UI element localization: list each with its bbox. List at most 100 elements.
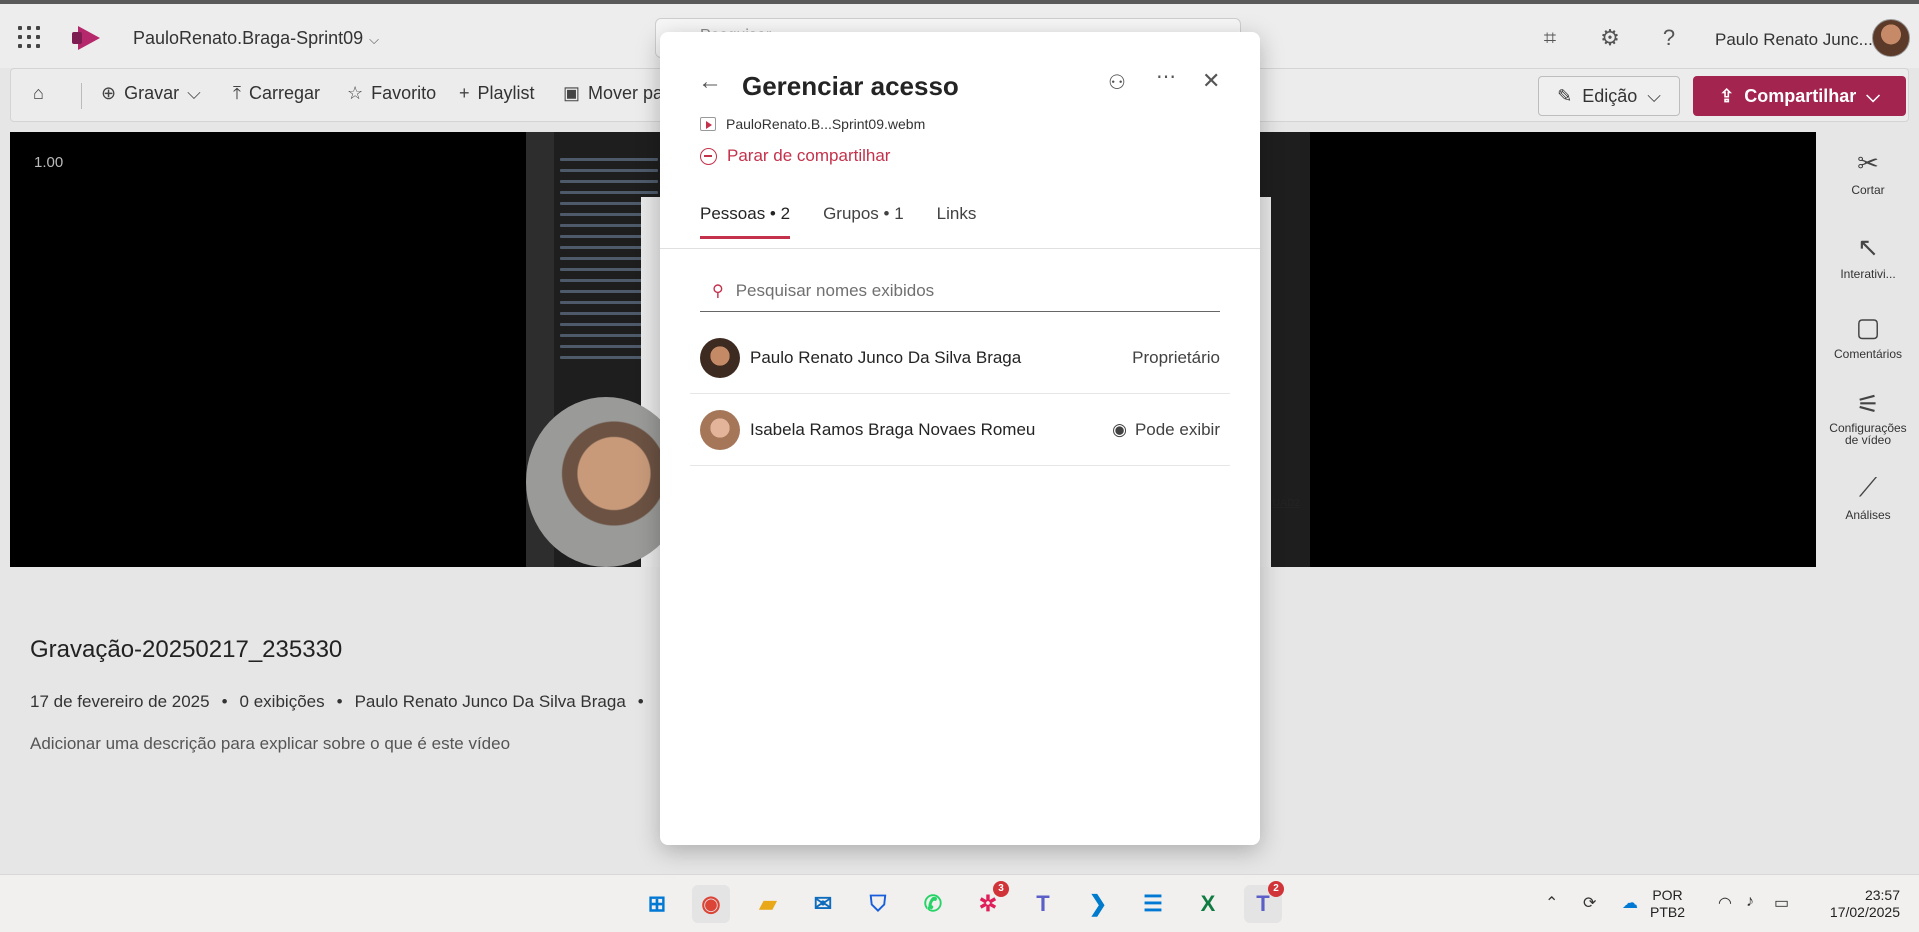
notepad-icon[interactable]: ☰	[1134, 885, 1172, 923]
whatsapp-icon[interactable]: ✆	[914, 885, 952, 923]
favorite-button[interactable]: ☆ Favorito	[347, 83, 436, 104]
toolbar-divider	[81, 83, 82, 109]
avatar[interactable]	[1872, 19, 1910, 57]
volume-icon[interactable]: ♪	[1746, 893, 1754, 911]
side-tool-analytics[interactable]: ⟋ Análises	[1823, 472, 1913, 522]
share-label: Compartilhar	[1744, 85, 1857, 106]
feedback-icon[interactable]: ⌗	[1536, 24, 1564, 52]
tab-people[interactable]: Pessoas • 2	[700, 204, 791, 239]
side-tool-label: Interativi...	[1840, 267, 1896, 281]
bitwarden-icon[interactable]: ⛉	[859, 885, 897, 923]
people-search-placeholder: Pesquisar nomes exibidos	[735, 280, 935, 300]
cursor-icon: ↖	[1857, 232, 1879, 262]
chart-icon: ⟋	[1858, 472, 1878, 502]
lang-code: POR	[1652, 887, 1683, 903]
battery-icon[interactable]: ▭	[1774, 893, 1789, 913]
manage-access-dialog: ← Gerenciar acesso ⚇ ⋯ ✕ PauloRenato.B..…	[660, 32, 1260, 845]
gear-icon[interactable]: ⚙	[1596, 24, 1624, 52]
side-tool-interactivity[interactable]: ↖ Interativi...	[1823, 232, 1913, 281]
system-clock[interactable]: 23:57 17/02/2025	[1810, 887, 1900, 921]
list-item[interactable]: Isabela Ramos Braga Novaes Romeu ◉ Pode …	[690, 394, 1230, 466]
playback-speed[interactable]: 1.00	[34, 154, 63, 171]
close-icon[interactable]: ✕	[1202, 68, 1220, 94]
chevron-down-icon: ⌵	[1866, 85, 1880, 106]
teams-badge: 2	[1268, 881, 1284, 897]
playlist-label: Playlist	[477, 83, 535, 103]
camera-icon: ⊕	[101, 83, 117, 103]
plus-icon: +	[459, 83, 470, 103]
side-tool-label: Análises	[1845, 508, 1891, 522]
record-button[interactable]: ⊕ Gravar ⌵	[101, 83, 201, 104]
meta-separator: •	[336, 692, 343, 711]
edit-label: Edição	[1582, 85, 1638, 106]
share-button[interactable]: ⇪ Compartilhar ⌵	[1693, 76, 1906, 116]
keyboard-layout: PTB2	[1650, 904, 1686, 920]
move-label: Mover pa	[588, 83, 664, 103]
description-field[interactable]: Adicionar uma descrição para explicar so…	[30, 734, 510, 754]
pencil-icon: ✎	[1557, 85, 1573, 106]
people-search-input[interactable]: ⚲ Pesquisar nomes exibidos	[700, 270, 1220, 312]
outlook-icon[interactable]: ✉	[804, 885, 842, 923]
back-arrow-icon[interactable]: ←	[698, 68, 722, 96]
chevron-up-icon[interactable]: ⌃	[1545, 893, 1558, 913]
move-button[interactable]: ▣ Mover pa	[563, 83, 663, 104]
list-item[interactable]: Paulo Renato Junco Da Silva Braga Propri…	[690, 322, 1230, 394]
home-button[interactable]: ⌂	[33, 83, 44, 104]
more-options-icon[interactable]: ⋯	[1156, 64, 1176, 89]
tab-links[interactable]: Links	[937, 204, 977, 239]
side-tool-video-settings[interactable]: ⚟ Configurações de vídeo	[1823, 390, 1913, 446]
person-role: Proprietário	[1132, 347, 1220, 367]
avatar	[700, 409, 740, 450]
recording-date: 17 de fevereiro de 2025	[30, 692, 210, 711]
slack-badge: 3	[993, 881, 1009, 897]
file-explorer-icon[interactable]: ▰	[749, 885, 787, 923]
stream-logo-icon[interactable]	[72, 26, 100, 50]
help-icon[interactable]: ?	[1655, 24, 1683, 52]
user-name[interactable]: Paulo Renato Junc...	[1715, 30, 1873, 50]
upload-icon: ⤒	[233, 83, 241, 103]
teams-icon[interactable]: T2	[1244, 881, 1284, 923]
side-tool-comments[interactable]: ▢ Comentários	[1823, 312, 1913, 361]
playlist-button[interactable]: + Playlist	[459, 83, 535, 104]
wifi-icon[interactable]: ◠	[1718, 893, 1732, 913]
stop-sharing-link[interactable]: Parar de compartilhar	[700, 146, 890, 166]
record-label: Gravar	[124, 83, 180, 103]
slack-icon[interactable]: ✲ 3	[969, 881, 1009, 923]
file-title-menu[interactable]: PauloRenato.Braga-Sprint09 ⌵	[133, 28, 379, 49]
tab-groups[interactable]: Grupos • 1	[823, 204, 904, 239]
avatar	[700, 337, 740, 378]
excel-icon[interactable]: X	[1189, 885, 1227, 923]
minus-circle-icon	[700, 147, 717, 165]
recording-title[interactable]: Gravação-20250217_235330	[30, 636, 342, 664]
folder-move-icon: ▣	[563, 83, 581, 103]
vscode-icon[interactable]: ❯	[1079, 885, 1117, 923]
onedrive-icon[interactable]: ☁	[1622, 893, 1638, 913]
upload-button[interactable]: ⤒ Carregar	[233, 83, 320, 104]
clock-time: 23:57	[1864, 887, 1900, 903]
recording-meta: 17 de fevereiro de 2025 • 0 exibições • Paul…	[30, 692, 656, 712]
side-tool-label: Configurações de vídeo	[1829, 421, 1907, 447]
scissors-icon: ✂	[1857, 148, 1879, 178]
add-person-icon[interactable]: ⚇	[1108, 70, 1126, 95]
search-icon: ⚲	[712, 282, 724, 300]
side-tool-cut[interactable]: ✂ Cortar	[1823, 148, 1913, 197]
language-indicator[interactable]: POR PTB2	[1650, 887, 1685, 921]
recording-owner[interactable]: Paulo Renato Junco Da Silva Braga	[355, 692, 626, 711]
windows-start-icon[interactable]: ⊞	[638, 885, 676, 923]
edit-button[interactable]: ✎ Edição ⌵	[1538, 76, 1680, 116]
access-tabs: Pessoas • 2 Grupos • 1 Links	[700, 204, 976, 239]
person-name: Paulo Renato Junco Da Silva Braga	[750, 347, 1022, 367]
shared-file-name: PauloRenato.B...Sprint09.webm	[726, 116, 926, 132]
teams-classic-icon[interactable]: T	[1024, 885, 1062, 923]
upload-label: Carregar	[248, 83, 320, 103]
recorded-text: UAD2	[1272, 498, 1300, 509]
meta-separator: •	[637, 692, 644, 711]
shared-file: PauloRenato.B...Sprint09.webm	[700, 116, 925, 132]
file-title-text: PauloRenato.Braga-Sprint09	[133, 28, 364, 48]
app-launcher-icon[interactable]	[18, 26, 40, 48]
share-icon: ⇪	[1719, 85, 1735, 106]
permission-dropdown[interactable]: ◉ Pode exibir	[1112, 420, 1220, 440]
favorite-label: Favorito	[371, 83, 437, 103]
chrome-icon[interactable]: ◉	[692, 885, 730, 923]
sync-icon[interactable]: ⟳	[1583, 893, 1596, 913]
